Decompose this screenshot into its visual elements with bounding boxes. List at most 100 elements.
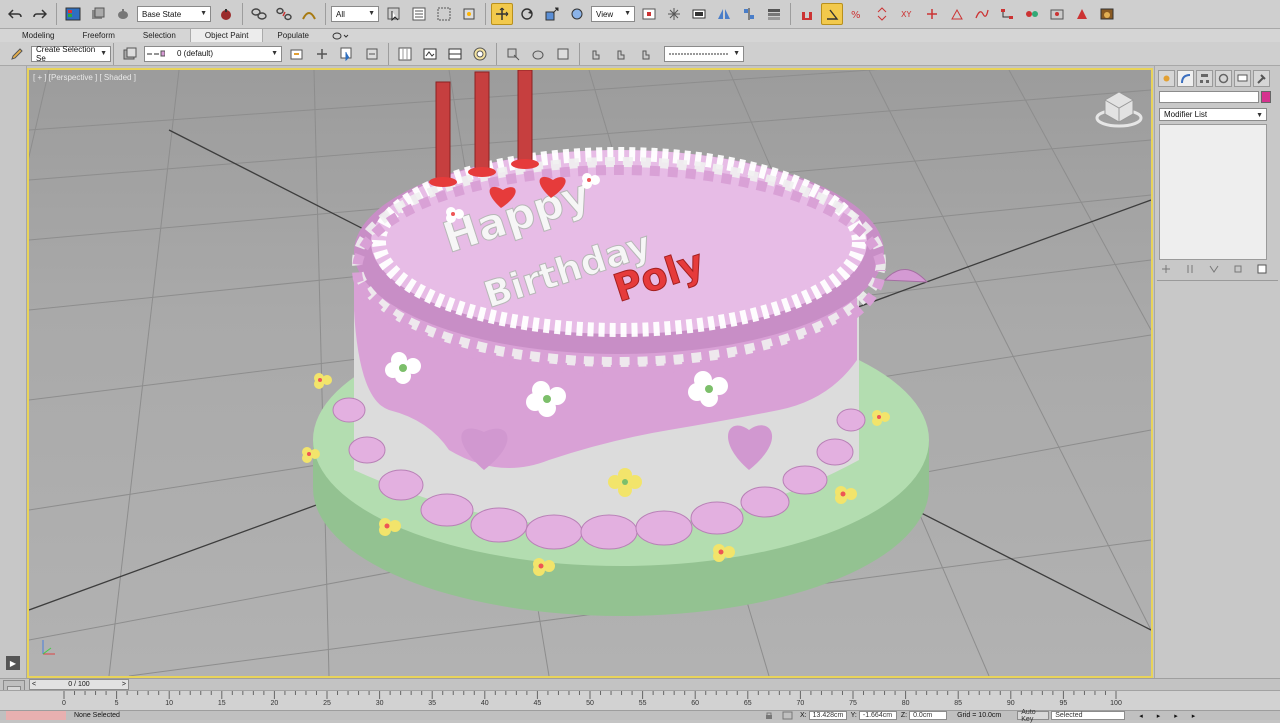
isolate-button[interactable] [946, 3, 968, 25]
object-paint-brush-button[interactable] [469, 43, 491, 65]
select-in-layer-button[interactable] [336, 43, 358, 65]
viewport-layout-button[interactable] [444, 43, 466, 65]
x-coordinate-field[interactable]: 13.428cm [808, 711, 847, 720]
hierarchy-tab[interactable] [1196, 70, 1213, 87]
track-bar[interactable]: 0 5 10 15 20 25 30 35 40 45 50 55 60 65 70 75 80 85 90 95 10… [0, 690, 1280, 710]
redo-button[interactable] [29, 3, 51, 25]
perspective-viewport[interactable]: [ + ] [Perspective ] [ Shaded ] Happy Bi… [27, 68, 1153, 678]
snap-toggle-2-button[interactable] [394, 43, 416, 65]
angle-snap-button[interactable] [821, 3, 843, 25]
selection-filter-dropdown[interactable]: All ▼ [331, 6, 379, 22]
ruler-label: 85 [954, 700, 963, 707]
layer-manager-button-2[interactable] [119, 43, 141, 65]
select-by-name-button[interactable] [408, 3, 430, 25]
time-slider[interactable]: < 0 / 100 > [0, 678, 1280, 690]
tab-label: Populate [277, 31, 310, 40]
manipulate-button[interactable] [663, 3, 685, 25]
viewcube[interactable] [1095, 91, 1143, 128]
keyboard-shortcut-button[interactable] [688, 3, 710, 25]
brush-preset-dropdown[interactable]: ▼ [664, 45, 744, 62]
schematic-view-button[interactable] [996, 3, 1018, 25]
select-move-button[interactable] [491, 3, 513, 25]
layer-dropdown[interactable]: 0 (default) ▼ [144, 45, 282, 62]
absolute-mode-icon[interactable] [782, 711, 794, 720]
spinner-snap-button[interactable] [871, 3, 893, 25]
link-button[interactable] [248, 3, 270, 25]
ribbon-options-button[interactable] [323, 29, 357, 42]
walk-through-button[interactable] [419, 43, 441, 65]
modifier-stack[interactable] [1159, 124, 1267, 260]
lock-icon[interactable] [764, 711, 774, 720]
scene-explorer-button[interactable] [62, 3, 84, 25]
material-editor-button[interactable] [1021, 3, 1043, 25]
layer-manager-button[interactable] [87, 3, 109, 25]
select-object-button[interactable] [383, 3, 405, 25]
percent-snap-button[interactable]: % [846, 3, 868, 25]
tab-selection[interactable]: Selection [129, 29, 190, 42]
render-setup-button[interactable] [1046, 3, 1068, 25]
auto-key-button[interactable]: Auto Key [1017, 709, 1050, 723]
brush-scale-button[interactable] [635, 43, 657, 65]
brush-settings-button[interactable] [585, 43, 607, 65]
key-filter-dropdown[interactable]: Selected [1051, 711, 1126, 720]
curve-editor-icon [975, 9, 989, 19]
render-production-button[interactable] [1096, 3, 1118, 25]
z-coordinate-field[interactable]: 0.0cm [909, 711, 948, 720]
configure-sets-icon[interactable] [1257, 264, 1267, 274]
remove-modifier-icon[interactable] [1233, 264, 1243, 274]
state-set-dropdown[interactable]: Base State ▼ [137, 6, 211, 22]
edit-named-selection-button[interactable] [6, 43, 28, 65]
place-button[interactable] [566, 3, 588, 25]
container-button[interactable] [112, 3, 134, 25]
selection-region-button[interactable] [433, 3, 455, 25]
playback-controls[interactable]: ◂▸▸▸ [1139, 712, 1209, 720]
object-name-field[interactable] [1159, 91, 1259, 103]
tab-object-paint[interactable]: Object Paint [189, 29, 264, 42]
utilities-tab[interactable] [1253, 70, 1270, 87]
named-selection-button[interactable]: XY [896, 3, 918, 25]
select-rotate-button[interactable] [516, 3, 538, 25]
maxscript-listener[interactable] [6, 711, 66, 720]
y-coordinate-field[interactable]: -1.664cm [858, 711, 897, 720]
add-to-layer-button[interactable] [311, 43, 333, 65]
pin-stack-icon[interactable] [1161, 264, 1171, 274]
bind-spacewarp-button[interactable] [298, 3, 320, 25]
select-scale-button[interactable] [541, 3, 563, 25]
expand-panel-button[interactable]: ▶ [6, 656, 20, 670]
fill-button[interactable] [527, 43, 549, 65]
create-layer-button[interactable] [286, 43, 308, 65]
show-end-result-icon[interactable] [1185, 264, 1195, 274]
align-button[interactable] [738, 3, 760, 25]
set-current-layer-button[interactable] [361, 43, 383, 65]
paint-object-select-button[interactable] [552, 43, 574, 65]
mirror-axis-button[interactable] [921, 3, 943, 25]
time-slider-thumb[interactable]: < 0 / 100 > [29, 679, 129, 690]
reference-coord-dropdown[interactable]: View ▼ [591, 6, 635, 22]
render-shot-button[interactable] [215, 3, 237, 25]
make-unique-icon[interactable] [1209, 264, 1219, 274]
tab-populate[interactable]: Populate [263, 29, 323, 42]
brush-align-button[interactable] [610, 43, 632, 65]
display-tab[interactable] [1234, 70, 1251, 87]
modify-tab[interactable] [1177, 70, 1194, 87]
object-color-swatch[interactable] [1261, 91, 1271, 103]
unlink-button[interactable] [273, 3, 295, 25]
snaps-toggle-button[interactable] [796, 3, 818, 25]
layer-value: 0 (default) [177, 49, 214, 58]
layer-explorer-button[interactable] [763, 3, 785, 25]
paint-button[interactable] [502, 43, 524, 65]
tab-modeling[interactable]: Modeling [8, 29, 68, 42]
rendered-frame-button[interactable] [1071, 3, 1093, 25]
modifier-list-dropdown[interactable]: Modifier List ▼ [1159, 108, 1267, 121]
window-crossing-button[interactable] [458, 3, 480, 25]
named-selection-set-dropdown[interactable]: Create Selection Se ▼ [31, 45, 111, 63]
motion-tab[interactable] [1215, 70, 1232, 87]
tab-freeform[interactable]: Freeform [68, 29, 128, 42]
track-view-button[interactable] [971, 3, 993, 25]
reference-coord-value: View [596, 9, 614, 19]
undo-button[interactable] [4, 3, 26, 25]
brush-hand-2-icon [617, 50, 625, 59]
create-tab[interactable] [1158, 70, 1175, 87]
mirror-button[interactable] [713, 3, 735, 25]
pivot-center-button[interactable] [638, 3, 660, 25]
